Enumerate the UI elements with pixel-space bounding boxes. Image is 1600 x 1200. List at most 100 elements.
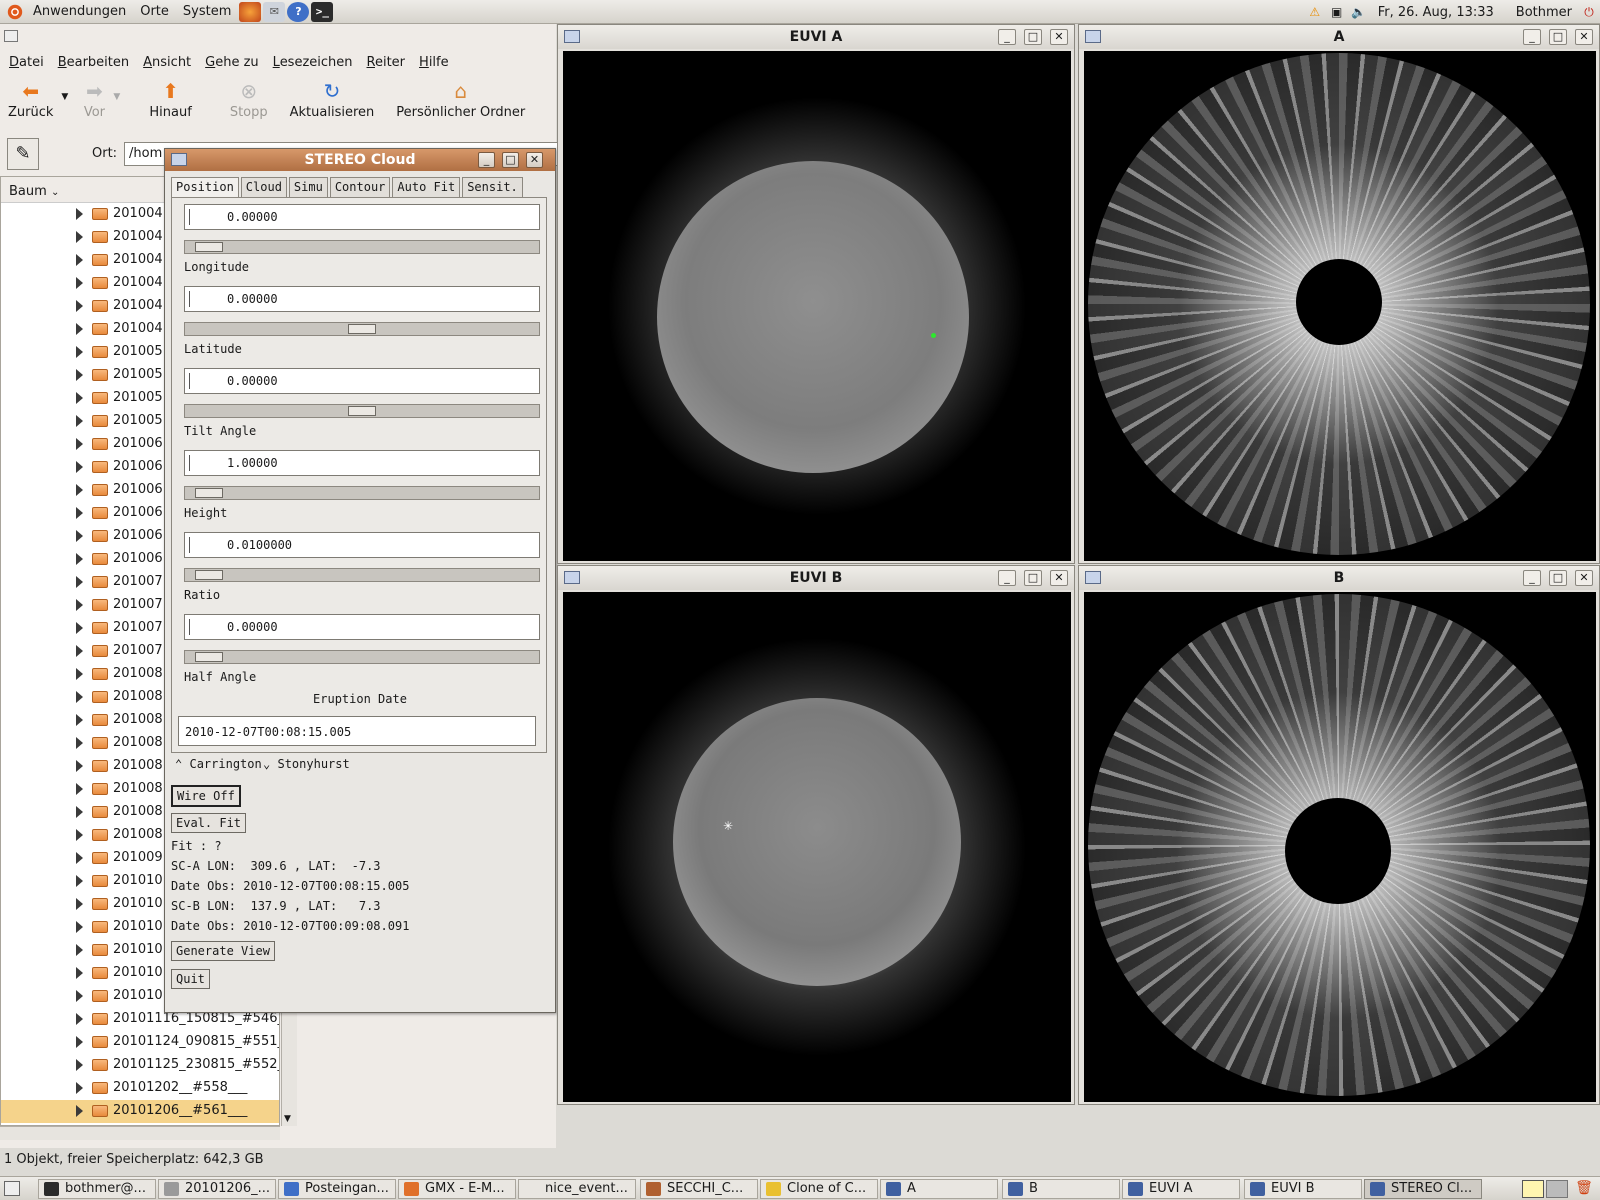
workspace-2[interactable] bbox=[1546, 1180, 1568, 1198]
window-menu-icon[interactable] bbox=[564, 30, 580, 43]
tree-horizontal-scrollbar[interactable] bbox=[0, 1126, 280, 1140]
half-angle-input[interactable]: 0.00000 bbox=[184, 614, 540, 640]
tree-row[interactable]: 20101124_090815_#551_ bbox=[1, 1031, 279, 1054]
menu-reiter[interactable]: Reiter bbox=[360, 55, 413, 70]
trash-icon[interactable]: 🗑 bbox=[1574, 1180, 1594, 1198]
minimize-button[interactable]: _ bbox=[1523, 29, 1541, 45]
taskbar-item[interactable]: STEREO Cl... bbox=[1364, 1179, 1482, 1199]
power-icon[interactable]: ⏻ bbox=[1580, 3, 1598, 21]
minimize-button[interactable]: _ bbox=[998, 570, 1016, 586]
expander-triangle-icon[interactable] bbox=[76, 1036, 83, 1048]
expander-triangle-icon[interactable] bbox=[76, 1105, 83, 1117]
radio-carrington[interactable]: ⌃ Carrington bbox=[175, 757, 262, 771]
expander-triangle-icon[interactable] bbox=[76, 346, 83, 358]
close-button[interactable]: ✕ bbox=[1575, 570, 1593, 586]
expander-triangle-icon[interactable] bbox=[76, 1082, 83, 1094]
slider-thumb[interactable] bbox=[195, 652, 223, 662]
tree-row[interactable]: 20101206__#561___ bbox=[1, 1100, 279, 1123]
slider-thumb[interactable] bbox=[348, 406, 376, 416]
maximize-button[interactable]: □ bbox=[1024, 29, 1042, 45]
expander-triangle-icon[interactable] bbox=[76, 898, 83, 910]
window-menu-icon[interactable] bbox=[1085, 571, 1101, 584]
expander-triangle-icon[interactable] bbox=[76, 737, 83, 749]
expander-triangle-icon[interactable] bbox=[76, 714, 83, 726]
warning-icon[interactable]: ⚠ bbox=[1306, 3, 1324, 21]
stop-button[interactable]: ⊗ Stopp bbox=[222, 80, 276, 120]
b-titlebar[interactable]: B bbox=[1079, 566, 1599, 590]
close-button[interactable]: ✕ bbox=[1050, 570, 1068, 586]
close-button[interactable]: ✕ bbox=[1050, 29, 1068, 45]
expander-triangle-icon[interactable] bbox=[76, 921, 83, 933]
a-titlebar[interactable]: A bbox=[1079, 25, 1599, 49]
minimize-button[interactable]: _ bbox=[478, 152, 495, 168]
slider-thumb[interactable] bbox=[348, 324, 376, 334]
taskbar-item[interactable]: EUVI A bbox=[1122, 1179, 1240, 1199]
quit-button[interactable]: Quit bbox=[171, 969, 210, 989]
expander-triangle-icon[interactable] bbox=[76, 438, 83, 450]
expander-triangle-icon[interactable] bbox=[76, 415, 83, 427]
taskbar-item[interactable]: B bbox=[1002, 1179, 1120, 1199]
expander-triangle-icon[interactable] bbox=[76, 277, 83, 289]
show-desktop-icon[interactable] bbox=[4, 1181, 20, 1196]
expander-triangle-icon[interactable] bbox=[76, 254, 83, 266]
taskbar-item[interactable]: A bbox=[880, 1179, 998, 1199]
expander-triangle-icon[interactable] bbox=[76, 852, 83, 864]
slider-thumb[interactable] bbox=[195, 570, 223, 580]
volume-icon[interactable]: 🔈 bbox=[1350, 3, 1368, 21]
terminal-launcher-icon[interactable]: >_ bbox=[311, 1, 334, 22]
wire-off-button[interactable]: Wire Off bbox=[171, 785, 241, 807]
tab-position[interactable]: Position bbox=[171, 177, 239, 197]
expander-triangle-icon[interactable] bbox=[76, 944, 83, 956]
expander-triangle-icon[interactable] bbox=[76, 1059, 83, 1071]
expander-triangle-icon[interactable] bbox=[76, 507, 83, 519]
expander-triangle-icon[interactable] bbox=[76, 668, 83, 680]
euvi-a-image[interactable] bbox=[563, 51, 1071, 561]
back-button[interactable]: ⬅ Zurück bbox=[0, 80, 61, 120]
height-input[interactable]: 1.00000 bbox=[184, 450, 540, 476]
back-history-chevron-icon[interactable]: ▼ bbox=[61, 80, 75, 102]
expander-triangle-icon[interactable] bbox=[76, 576, 83, 588]
expander-triangle-icon[interactable] bbox=[76, 990, 83, 1002]
longitude-input[interactable]: 0.00000 bbox=[184, 204, 540, 230]
expander-triangle-icon[interactable] bbox=[76, 760, 83, 772]
taskbar-item[interactable]: bothmer@... bbox=[38, 1179, 156, 1199]
ratio-input[interactable]: 0.0100000 bbox=[184, 532, 540, 558]
menu-bearbeiten[interactable]: Bearbeiten bbox=[51, 55, 136, 70]
menu-hilfe[interactable]: Hilfe bbox=[412, 55, 456, 70]
radio-stonyhurst[interactable]: ⌄ Stonyhurst bbox=[263, 757, 350, 771]
expander-triangle-icon[interactable] bbox=[76, 645, 83, 657]
menu-applications[interactable]: Anwendungen bbox=[26, 0, 133, 24]
expander-triangle-icon[interactable] bbox=[76, 323, 83, 335]
menu-gehe-zu[interactable]: Gehe zu bbox=[198, 55, 266, 70]
generate-view-button[interactable]: Generate View bbox=[171, 941, 275, 961]
menu-lesezeichen[interactable]: Lesezeichen bbox=[266, 55, 360, 70]
expander-triangle-icon[interactable] bbox=[76, 599, 83, 611]
eruption-date-input[interactable]: 2010-12-07T00:08:15.005 bbox=[178, 716, 536, 746]
menu-ansicht[interactable]: Ansicht bbox=[136, 55, 198, 70]
tilt-angle-input[interactable]: 0.00000 bbox=[184, 368, 540, 394]
expander-triangle-icon[interactable] bbox=[76, 530, 83, 542]
expander-triangle-icon[interactable] bbox=[76, 484, 83, 496]
minimize-button[interactable]: _ bbox=[998, 29, 1016, 45]
expander-triangle-icon[interactable] bbox=[76, 553, 83, 565]
window-menu-icon[interactable] bbox=[564, 571, 580, 584]
expander-triangle-icon[interactable] bbox=[76, 783, 83, 795]
tab-auto-fit[interactable]: Auto Fit bbox=[392, 177, 461, 197]
toggle-location-edit-icon[interactable]: ✎ bbox=[7, 138, 39, 170]
height-slider[interactable] bbox=[184, 486, 540, 500]
tab-cloud[interactable]: Cloud bbox=[240, 177, 287, 197]
close-button[interactable]: ✕ bbox=[1575, 29, 1593, 45]
mail-launcher-icon[interactable]: ✉ bbox=[263, 1, 286, 22]
expander-triangle-icon[interactable] bbox=[76, 875, 83, 887]
help-launcher-icon[interactable]: ? bbox=[287, 1, 310, 22]
taskbar-item[interactable]: GMX - E-M... bbox=[398, 1179, 516, 1199]
stereo-cloud-titlebar[interactable]: STEREO Cloud bbox=[165, 149, 555, 171]
tree-row[interactable]: 20101125_230815_#552_ bbox=[1, 1054, 279, 1077]
latitude-slider[interactable] bbox=[184, 322, 540, 336]
scroll-down-arrow-icon[interactable]: ▼ bbox=[284, 1114, 291, 1124]
user-menu[interactable]: Bothmer bbox=[1502, 5, 1578, 20]
cor-a-image[interactable] bbox=[1084, 51, 1596, 561]
ratio-slider[interactable] bbox=[184, 568, 540, 582]
expander-triangle-icon[interactable] bbox=[76, 1013, 83, 1025]
eval-fit-button[interactable]: Eval. Fit bbox=[171, 813, 247, 833]
